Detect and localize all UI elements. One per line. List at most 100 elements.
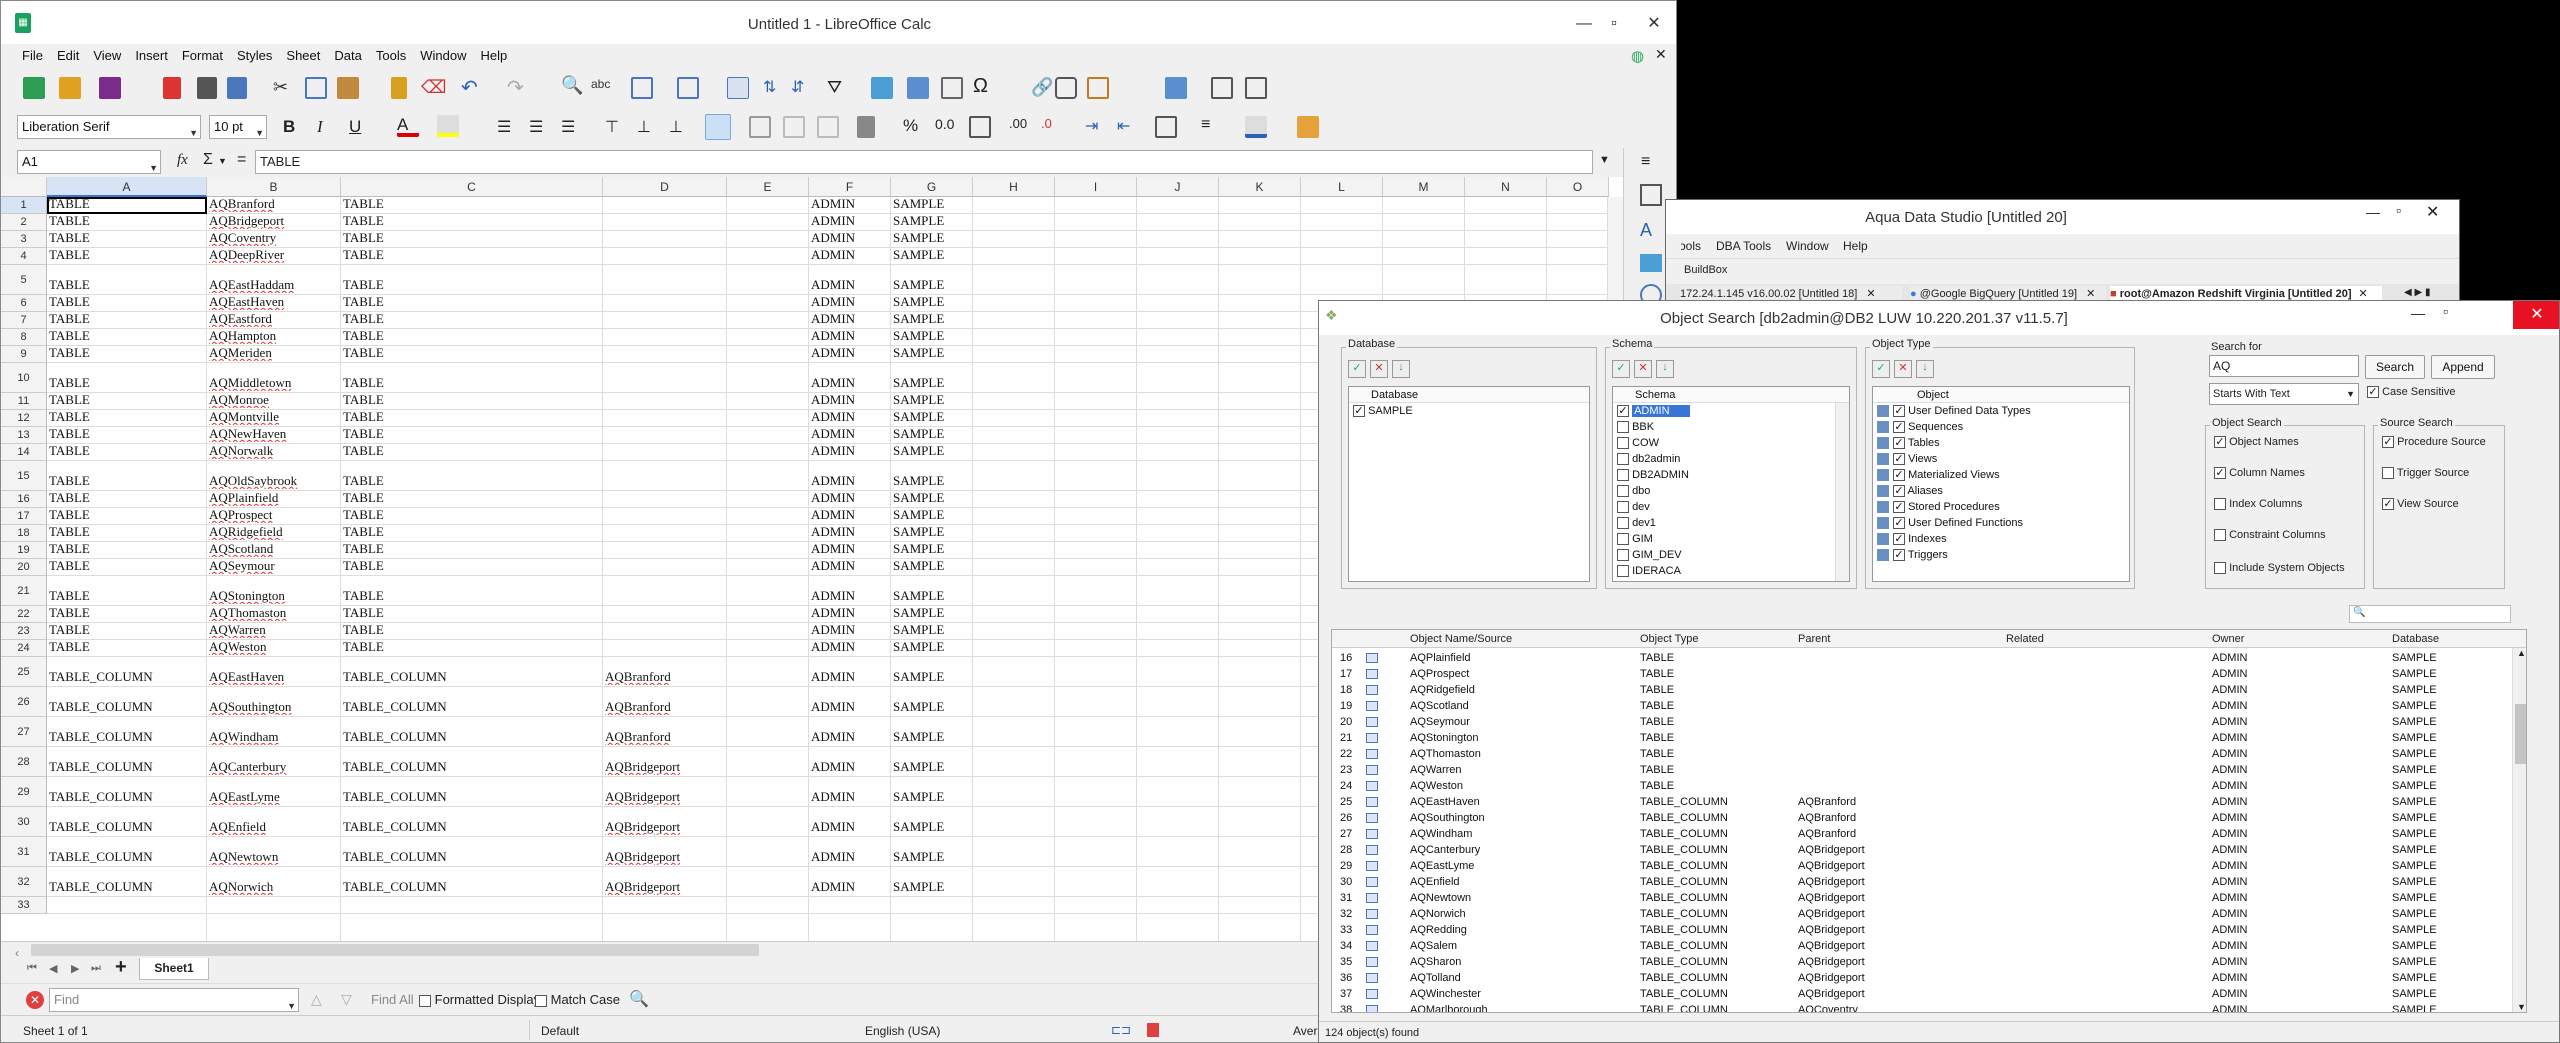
cell-f13[interactable]: ADMIN xyxy=(811,426,889,442)
db-filter-icon[interactable]: ↓ xyxy=(1392,360,1410,378)
row-header[interactable]: 8 xyxy=(1,329,47,346)
cell-f17[interactable]: ADMIN xyxy=(811,507,889,523)
cell-b16[interactable]: AQPlainfield xyxy=(209,490,339,506)
horizontal-scrollbar[interactable] xyxy=(31,944,759,956)
cell-a20[interactable]: TABLE xyxy=(49,558,205,574)
currency-icon[interactable] xyxy=(857,116,875,138)
checkbox-box[interactable] xyxy=(1617,533,1629,546)
cell-a31[interactable]: TABLE_COLUMN xyxy=(49,849,205,865)
object-type-item[interactable]: ✓ Triggers xyxy=(1873,547,2129,563)
next-sheet-icon[interactable]: ▶ xyxy=(71,962,79,975)
result-row[interactable]: 30 AQEnfield TABLE_COLUMN AQBridgeport ADMIN… xyxy=(1332,874,2512,890)
cell-c18[interactable]: TABLE xyxy=(343,524,601,540)
align-top-icon[interactable]: ⊤ xyxy=(605,117,627,139)
column-header-f[interactable]: F xyxy=(809,177,891,197)
result-row[interactable]: 23 AQWarren TABLE ADMIN SAMPLE xyxy=(1332,762,2512,778)
cell-d29[interactable]: AQBridgeport xyxy=(605,789,725,805)
row-header[interactable]: 4 xyxy=(1,248,47,265)
cell-f1[interactable]: ADMIN xyxy=(811,196,889,212)
cell-b8[interactable]: AQHampton xyxy=(209,328,339,344)
os-close-button[interactable]: ✕ xyxy=(2513,301,2559,329)
cell-g12[interactable]: SAMPLE xyxy=(893,409,971,425)
results-grid[interactable]: Object Name/Source Object Type Parent Re… xyxy=(1331,629,2527,1013)
redo-icon[interactable]: ↷ xyxy=(507,75,529,99)
menu-insert[interactable]: Insert xyxy=(128,45,175,67)
cell-c6[interactable]: TABLE xyxy=(343,294,601,310)
search-option-checkbox[interactable]: ✓ View Source xyxy=(2382,498,2459,511)
sort-ascending-icon[interactable]: ⇅ xyxy=(763,77,785,99)
cell-a28[interactable]: TABLE_COLUMN xyxy=(49,759,205,775)
cell-a24[interactable]: TABLE xyxy=(49,639,205,655)
row-header[interactable]: 27 xyxy=(1,717,47,747)
row-header[interactable]: 24 xyxy=(1,640,47,657)
cell-b2[interactable]: AQBridgeport xyxy=(209,213,339,229)
formula-input[interactable]: TABLE xyxy=(255,150,1593,174)
col-header-related[interactable]: Related xyxy=(2006,630,2044,648)
special-character-icon[interactable]: Ω xyxy=(973,75,995,97)
sheet-tab-sheet1[interactable]: Sheet1 xyxy=(139,958,209,980)
search-option-checkbox[interactable]: ✓ Procedure Source xyxy=(2382,436,2486,449)
cell-b24[interactable]: AQWeston xyxy=(209,639,339,655)
scroll-down-icon[interactable]: ▼ xyxy=(2517,1002,2526,1012)
cell-b14[interactable]: AQNorwalk xyxy=(209,443,339,459)
cell-d32[interactable]: AQBridgeport xyxy=(605,879,725,895)
os-maximize-button[interactable]: ▫ xyxy=(2443,303,2448,319)
cell-a11[interactable]: TABLE xyxy=(49,392,205,408)
row-header[interactable]: 21 xyxy=(1,576,47,606)
cell-g32[interactable]: SAMPLE xyxy=(893,879,971,895)
borders-icon[interactable] xyxy=(1155,116,1177,138)
find-next-icon[interactable]: ▽ xyxy=(341,991,352,1008)
select-all-corner[interactable] xyxy=(1,177,47,197)
database-list[interactable]: Database ✓ SAMPLE xyxy=(1348,386,1590,582)
chart-icon[interactable] xyxy=(907,77,929,99)
cell-b9[interactable]: AQMeriden xyxy=(209,345,339,361)
result-row[interactable]: 36 AQTolland TABLE_COLUMN AQBridgeport ADMIN… xyxy=(1332,970,2512,986)
cell-f20[interactable]: ADMIN xyxy=(811,558,889,574)
db-select-none-icon[interactable]: ✕ xyxy=(1370,360,1388,378)
result-row[interactable]: 19 AQScotland TABLE ADMIN SAMPLE xyxy=(1332,698,2512,714)
checkbox-box[interactable]: ✓ xyxy=(1893,437,1905,450)
cell-c30[interactable]: TABLE_COLUMN xyxy=(343,819,601,835)
define-print-area-icon[interactable] xyxy=(1165,77,1187,99)
cell-d25[interactable]: AQBranford xyxy=(605,669,725,685)
first-sheet-icon[interactable]: ⏮ xyxy=(27,962,37,975)
cell-c4[interactable]: TABLE xyxy=(343,247,601,263)
merge-cells-icon[interactable] xyxy=(749,116,771,138)
cell-b15[interactable]: AQOldSaybrook xyxy=(209,473,339,489)
column-header-i[interactable]: I xyxy=(1055,177,1137,197)
cell-c1[interactable]: TABLE xyxy=(343,196,601,212)
expand-formula-icon[interactable]: ▼ xyxy=(1599,154,1610,166)
cell-g11[interactable]: SAMPLE xyxy=(893,392,971,408)
cell-f18[interactable]: ADMIN xyxy=(811,524,889,540)
column-header-n[interactable]: N xyxy=(1465,177,1547,197)
search-option-checkbox[interactable]: Trigger Source xyxy=(2382,467,2469,480)
checkbox-box[interactable]: ✓ xyxy=(1893,485,1905,498)
gallery-icon[interactable] xyxy=(1640,254,1662,272)
row-header[interactable]: 33 xyxy=(1,897,47,914)
cell-f29[interactable]: ADMIN xyxy=(811,789,889,805)
sort-icon[interactable] xyxy=(727,77,749,99)
cell-b28[interactable]: AQCanterbury xyxy=(209,759,339,775)
cell-c32[interactable]: TABLE_COLUMN xyxy=(343,879,601,895)
buildbox-button[interactable]: BuildBox xyxy=(1684,264,1727,276)
cell-f10[interactable]: ADMIN xyxy=(811,375,889,391)
close-tab-icon[interactable]: ✕ xyxy=(2086,288,2095,300)
checkbox-box[interactable] xyxy=(1617,501,1629,514)
schema-select-all-icon[interactable]: ✓ xyxy=(1612,360,1630,378)
italic-icon[interactable]: I xyxy=(317,117,339,139)
result-row[interactable]: 18 AQRidgefield TABLE ADMIN SAMPLE xyxy=(1332,682,2512,698)
cell-f5[interactable]: ADMIN xyxy=(811,277,889,293)
cell-b4[interactable]: AQDeepRiver xyxy=(209,247,339,263)
row-header[interactable]: 28 xyxy=(1,747,47,777)
checkbox-box[interactable]: ✓ xyxy=(1893,405,1905,418)
cell-b1[interactable]: AQBranford xyxy=(209,196,339,212)
row-header[interactable]: 16 xyxy=(1,491,47,508)
cell-b22[interactable]: AQThomaston xyxy=(209,605,339,621)
row-header[interactable]: 26 xyxy=(1,687,47,717)
cell-f24[interactable]: ADMIN xyxy=(811,639,889,655)
cell-g16[interactable]: SAMPLE xyxy=(893,490,971,506)
menu-view[interactable]: View xyxy=(86,45,128,67)
globe-icon[interactable]: ◍ xyxy=(1631,47,1644,65)
row-header[interactable]: 18 xyxy=(1,525,47,542)
row-header[interactable]: 25 xyxy=(1,657,47,687)
